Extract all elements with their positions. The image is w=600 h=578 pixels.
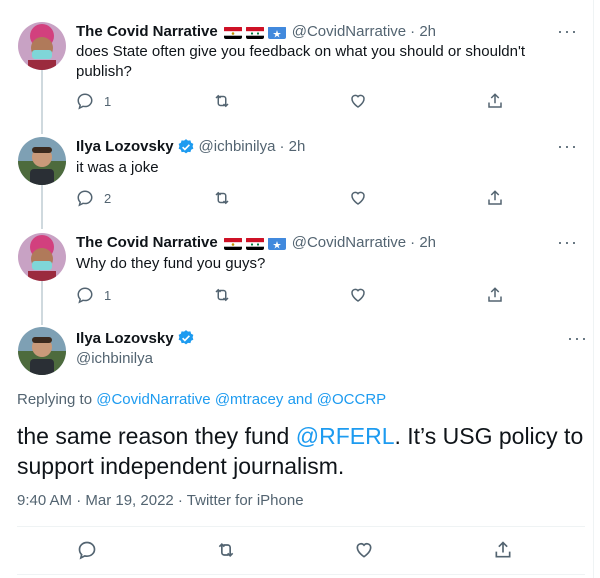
mention-link[interactable]: and	[288, 391, 313, 408]
reply-tweet[interactable]: The Covid Narrative @CovidNarrative · 2h…	[0, 22, 590, 122]
share-button[interactable]	[486, 286, 504, 304]
somalia-flag-icon	[267, 26, 286, 39]
syria-flag-icon	[245, 237, 264, 250]
retweet-button[interactable]	[213, 189, 273, 207]
tweet-time[interactable]: · 2h	[279, 137, 305, 157]
avatar[interactable]	[18, 137, 66, 185]
retweet-button[interactable]	[213, 286, 273, 304]
like-button[interactable]	[349, 92, 409, 110]
author-name[interactable]: The Covid Narrative	[76, 233, 218, 253]
reply-icon	[78, 541, 96, 560]
share-button[interactable]	[486, 92, 504, 110]
author-handle[interactable]: @CovidNarrative	[292, 22, 406, 42]
divider	[17, 574, 585, 575]
more-options-icon[interactable]: ···	[567, 329, 588, 347]
tweet-time[interactable]: · 2h	[410, 22, 436, 42]
verified-badge-icon	[177, 329, 195, 347]
mention-link[interactable]: @mtracey	[215, 391, 284, 408]
mention-link[interactable]: @RFERL	[296, 423, 395, 449]
reply-icon	[77, 190, 93, 207]
mention-link[interactable]: @CovidNarrative	[96, 391, 210, 408]
reply-count: 2	[104, 190, 112, 206]
more-options-icon[interactable]: ···	[557, 137, 578, 155]
retweet-button[interactable]	[213, 92, 273, 110]
avatar[interactable]	[18, 22, 66, 70]
replying-to: Replying to @CovidNarrative @mtracey and…	[17, 391, 387, 408]
heart-icon	[351, 288, 366, 302]
share-button[interactable]	[493, 540, 513, 565]
heart-icon	[356, 542, 372, 558]
like-button[interactable]	[349, 189, 409, 207]
syria-flag-icon	[245, 26, 264, 39]
verified-badge-icon	[177, 138, 195, 156]
retweet-icon	[215, 191, 229, 205]
share-icon	[488, 93, 502, 108]
content-border	[593, 0, 594, 578]
reply-icon	[77, 93, 93, 110]
retweet-button[interactable]	[216, 540, 236, 565]
reply-button[interactable]: 1	[76, 286, 136, 304]
main-author-name[interactable]: Ilya Lozovsky	[76, 330, 174, 347]
like-button[interactable]	[354, 540, 374, 565]
reply-tweet[interactable]: The Covid Narrative @CovidNarrative · 2h…	[0, 233, 590, 313]
more-options-icon[interactable]: ···	[557, 22, 578, 40]
like-button[interactable]	[349, 286, 409, 304]
tweet-text: does State often give you feedback on wh…	[76, 43, 526, 80]
somalia-flag-icon	[267, 237, 286, 250]
author-handle[interactable]: @CovidNarrative	[292, 233, 406, 253]
main-author-handle[interactable]: @ichbinilya	[76, 350, 153, 367]
reply-count: 1	[104, 287, 112, 303]
main-avatar[interactable]	[18, 327, 66, 375]
mention-link[interactable]: @OCCRP	[317, 391, 386, 408]
heart-icon	[351, 191, 366, 205]
more-options-icon[interactable]: ···	[557, 233, 578, 251]
tweet-timestamp[interactable]: 9:40 AM · Mar 19, 2022 · Twitter for iPh…	[17, 492, 304, 509]
reply-button[interactable]: 1	[76, 92, 136, 110]
retweet-icon	[218, 542, 233, 558]
tweet-text: it was a joke	[76, 159, 159, 176]
egypt-flag-icon	[223, 26, 242, 39]
retweet-icon	[215, 94, 229, 108]
reply-button[interactable]: 2	[76, 189, 136, 207]
share-button[interactable]	[486, 189, 504, 207]
reply-tweet[interactable]: Ilya Lozovsky @ichbinilya · 2h ··· it wa…	[0, 137, 590, 217]
retweet-icon	[215, 288, 229, 302]
author-name[interactable]: Ilya Lozovsky	[76, 137, 174, 157]
author-handle[interactable]: @ichbinilya	[199, 137, 276, 157]
avatar[interactable]	[18, 233, 66, 281]
main-tweet-text: the same reason they fund @RFERL. It’s U…	[17, 423, 584, 479]
share-icon	[488, 190, 502, 205]
reply-button[interactable]	[77, 540, 97, 565]
tweet-time[interactable]: · 2h	[410, 233, 436, 253]
egypt-flag-icon	[223, 237, 242, 250]
divider	[17, 526, 585, 527]
heart-icon	[351, 94, 366, 108]
author-name[interactable]: The Covid Narrative	[76, 22, 218, 42]
share-icon	[488, 287, 502, 302]
reply-count: 1	[104, 93, 112, 109]
reply-icon	[77, 287, 93, 304]
tweet-text: Why do they fund you guys?	[76, 255, 266, 272]
share-icon	[495, 541, 511, 558]
